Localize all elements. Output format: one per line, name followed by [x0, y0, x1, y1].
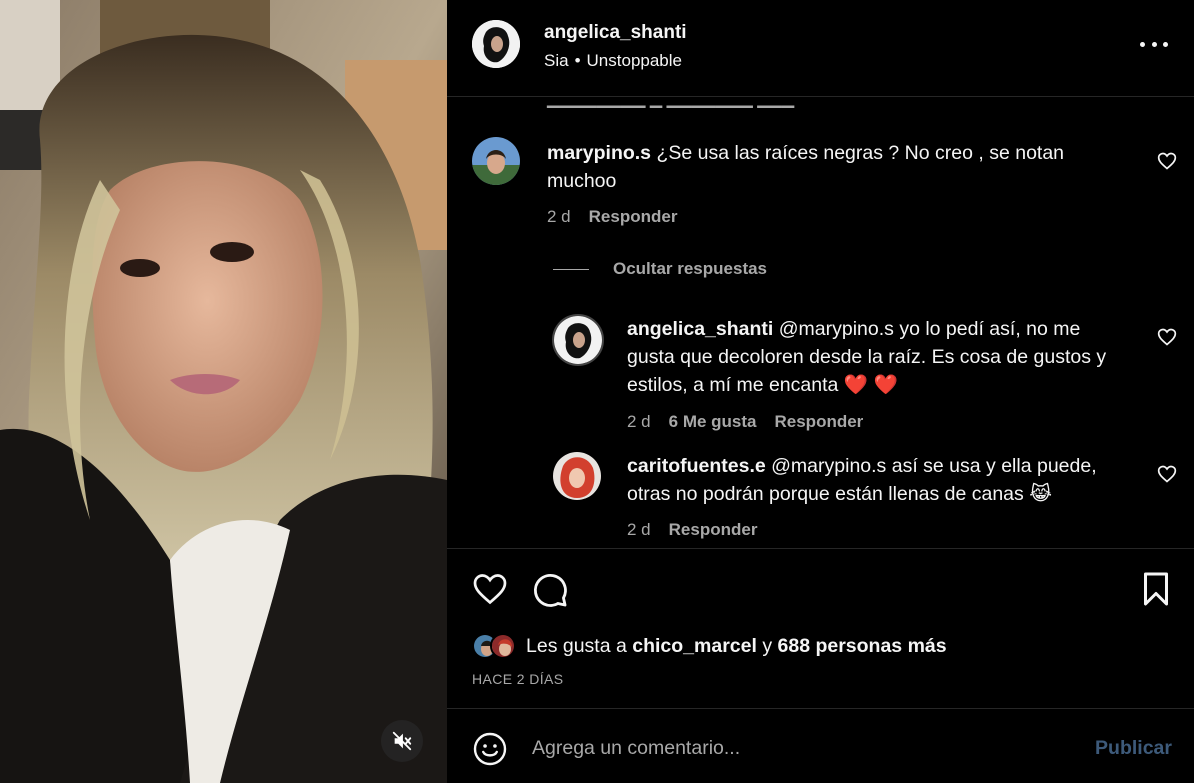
- speaker-muted-icon: [392, 731, 412, 751]
- reply-text-line: estilos, a mí me encanta ❤️ ❤️: [627, 374, 898, 396]
- reply-button[interactable]: Responder: [589, 207, 678, 227]
- heart-icon: [473, 574, 507, 605]
- heart-icon[interactable]: [1157, 464, 1177, 484]
- comment-username[interactable]: marypino.s: [547, 142, 651, 164]
- audio-separator: •: [574, 51, 581, 70]
- comment-time[interactable]: 2 d: [547, 207, 571, 227]
- heart-icon[interactable]: [1157, 151, 1177, 171]
- reply-avatar[interactable]: [553, 452, 601, 500]
- author-avatar[interactable]: [472, 20, 520, 68]
- likes-summary[interactable]: Les gusta a chico_marcel y 688 personas …: [472, 633, 947, 659]
- reply-item: caritofuentes.e @marypino.s así se usa y…: [447, 442, 1194, 548]
- reply-mention[interactable]: @marypino.s: [779, 318, 894, 340]
- reply-avatar[interactable]: [552, 314, 604, 366]
- audio-artist: Sia: [544, 51, 569, 70]
- comment-item: marypino.s ¿Se usa las raíces negras ? N…: [447, 97, 1194, 247]
- likes-connector: y: [762, 634, 773, 657]
- reply-time[interactable]: 2 d: [627, 412, 651, 432]
- reply-text-line: así se usa y ella puede,: [891, 455, 1097, 477]
- emoji-icon: [473, 732, 507, 766]
- post-photo: [0, 0, 447, 783]
- reply-button[interactable]: Responder: [669, 520, 758, 540]
- divider-line: [553, 268, 589, 270]
- post-panel: angelica_shanti Sia • Unstoppable ▁▁▁▁▁▁…: [447, 0, 1194, 783]
- comment-button[interactable]: [531, 571, 569, 609]
- post-date[interactable]: HACE 2 DÍAS: [472, 671, 564, 687]
- save-button[interactable]: [1141, 571, 1171, 607]
- hide-replies-button[interactable]: Ocultar respuestas: [553, 259, 767, 279]
- post-header: angelica_shanti Sia • Unstoppable: [447, 0, 1194, 97]
- more-options-button[interactable]: [1140, 34, 1168, 54]
- mute-button[interactable]: [381, 720, 423, 762]
- like-button[interactable]: [471, 571, 509, 607]
- likes-others[interactable]: 688 personas más: [778, 635, 947, 657]
- reply-username[interactable]: caritofuentes.e: [627, 455, 766, 477]
- hide-replies-label: Ocultar respuestas: [613, 259, 768, 278]
- reply-text-line: gusta que decoloren desde la raíz. Es co…: [627, 346, 1107, 368]
- post-media[interactable]: [0, 0, 447, 783]
- emoji-button[interactable]: [472, 731, 508, 767]
- more-horizontal-icon: [1140, 41, 1145, 47]
- post-actions: Les gusta a chico_marcel y 688 personas …: [447, 548, 1194, 708]
- comment-icon: [533, 573, 567, 607]
- reply-mention[interactable]: @marypino.s: [771, 455, 886, 477]
- likes-prefix: Les gusta a: [526, 634, 627, 657]
- reply-text-line: yo lo pedí así, no me: [899, 318, 1081, 340]
- comment-input[interactable]: [532, 731, 1072, 765]
- commenter-avatar[interactable]: [472, 137, 520, 185]
- reply-likes-count[interactable]: 6 Me gusta: [669, 412, 757, 432]
- comment-composer: Publicar: [447, 708, 1194, 783]
- audio-attribution[interactable]: Sia • Unstoppable: [544, 51, 682, 71]
- liker-avatar: [490, 633, 516, 659]
- audio-song: Unstoppable: [586, 51, 682, 70]
- reply-time[interactable]: 2 d: [627, 520, 651, 540]
- heart-icon[interactable]: [1157, 327, 1177, 347]
- publish-button[interactable]: Publicar: [1095, 737, 1172, 760]
- comments-list[interactable]: ▁▁▁▁▁▁▁▁ ▁ ▁▁▁▁▁▁▁ ▁▁▁ marypino.s ¿Se us…: [447, 97, 1194, 548]
- reply-text-line: otras no podrán porque están llenas de c…: [627, 483, 1052, 505]
- bookmark-icon: [1144, 572, 1168, 606]
- reply-username[interactable]: angelica_shanti: [627, 318, 773, 340]
- reply-button[interactable]: Responder: [775, 412, 864, 432]
- liker-username[interactable]: chico_marcel: [632, 635, 757, 657]
- author-username[interactable]: angelica_shanti: [544, 22, 687, 44]
- reply-item: angelica_shanti @marypino.s yo lo pedí a…: [447, 297, 1194, 437]
